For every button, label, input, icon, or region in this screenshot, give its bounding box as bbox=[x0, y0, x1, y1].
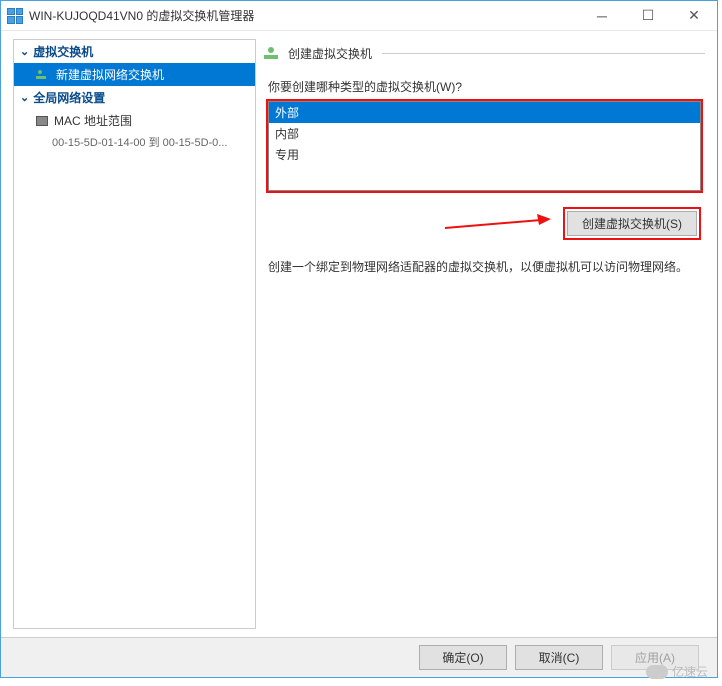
panel-header: 创建虚拟交换机 bbox=[264, 39, 705, 68]
tree-item-label: 新建虚拟网络交换机 bbox=[56, 66, 164, 83]
virtual-switch-icon bbox=[264, 47, 280, 61]
annotation-arrow-icon bbox=[443, 214, 553, 234]
app-icon bbox=[7, 8, 23, 24]
virtual-switch-manager-window: WIN-KUJOQD41VN0 的虚拟交换机管理器 ─ ☐ ✕ ⌄ 虚拟交换机 … bbox=[0, 0, 718, 678]
tree-item-new-virtual-switch[interactable]: 新建虚拟网络交换机 bbox=[14, 63, 255, 86]
tree-section-global-settings[interactable]: ⌄ 全局网络设置 bbox=[14, 86, 255, 109]
cancel-button[interactable]: 取消(C) bbox=[515, 645, 603, 670]
right-detail-panel: 创建虚拟交换机 你要创建哪种类型的虚拟交换机(W)? 外部 内部 专用 创建虚拟… bbox=[264, 39, 705, 629]
tree-section-label: 全局网络设置 bbox=[33, 89, 105, 106]
highlight-box-create-button: 创建虚拟交换机(S) bbox=[563, 207, 701, 240]
tree-section-virtual-switches[interactable]: ⌄ 虚拟交换机 bbox=[14, 40, 255, 63]
option-private[interactable]: 专用 bbox=[269, 144, 700, 165]
minimize-button[interactable]: ─ bbox=[579, 1, 625, 30]
switch-type-listbox[interactable]: 外部 内部 专用 bbox=[268, 101, 701, 191]
create-virtual-switch-button[interactable]: 创建虚拟交换机(S) bbox=[567, 211, 697, 236]
switch-type-description: 创建一个绑定到物理网络适配器的虚拟交换机，以便虚拟机可以访问物理网络。 bbox=[268, 258, 701, 276]
titlebar: WIN-KUJOQD41VN0 的虚拟交换机管理器 ─ ☐ ✕ bbox=[1, 1, 717, 31]
highlight-box-listbox: 外部 内部 专用 bbox=[266, 99, 703, 193]
dialog-footer: 确定(O) 取消(C) 应用(A) bbox=[1, 637, 717, 677]
header-rule bbox=[382, 53, 705, 54]
tree-section-label: 虚拟交换机 bbox=[33, 43, 93, 60]
option-internal[interactable]: 内部 bbox=[269, 123, 700, 144]
tree-item-mac-range[interactable]: MAC 地址范围 bbox=[14, 109, 255, 132]
tree-item-mac-range-value: 00-15-5D-01-14-00 到 00-15-5D-0... bbox=[14, 132, 255, 152]
panel-title: 创建虚拟交换机 bbox=[288, 45, 372, 62]
ok-button[interactable]: 确定(O) bbox=[419, 645, 507, 670]
close-button[interactable]: ✕ bbox=[671, 1, 717, 30]
create-button-row: 创建虚拟交换机(S) bbox=[264, 207, 701, 240]
maximize-button[interactable]: ☐ bbox=[625, 1, 671, 30]
content-area: ⌄ 虚拟交换机 新建虚拟网络交换机 ⌄ 全局网络设置 MAC 地址范围 00-1… bbox=[1, 31, 717, 637]
switch-type-prompt: 你要创建哪种类型的虚拟交换机(W)? bbox=[268, 78, 705, 95]
left-tree-panel: ⌄ 虚拟交换机 新建虚拟网络交换机 ⌄ 全局网络设置 MAC 地址范围 00-1… bbox=[13, 39, 256, 629]
apply-button: 应用(A) bbox=[611, 645, 699, 670]
nic-icon bbox=[36, 116, 48, 126]
tree-item-label: MAC 地址范围 bbox=[54, 112, 132, 129]
window-controls: ─ ☐ ✕ bbox=[579, 1, 717, 30]
window-title: WIN-KUJOQD41VN0 的虚拟交换机管理器 bbox=[29, 7, 579, 24]
option-external[interactable]: 外部 bbox=[269, 102, 700, 123]
network-switch-icon bbox=[36, 70, 50, 80]
chevron-down-icon: ⌄ bbox=[20, 91, 29, 104]
chevron-down-icon: ⌄ bbox=[20, 45, 29, 58]
